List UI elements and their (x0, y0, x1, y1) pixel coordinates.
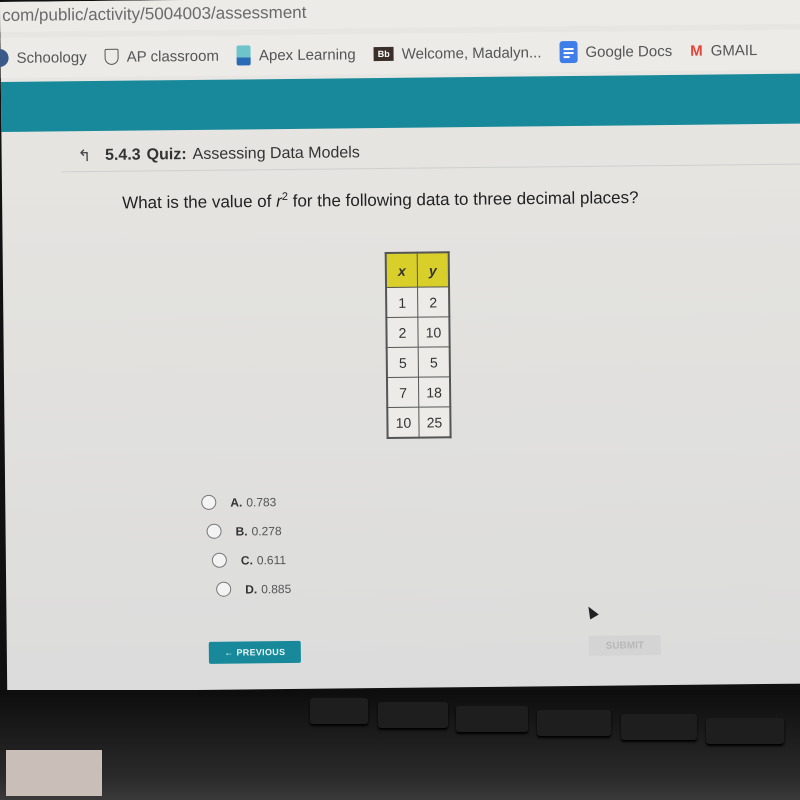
cell-x: 2 (386, 317, 419, 348)
question-prefix: What is the value of (122, 191, 277, 213)
bookmark-gmail[interactable]: M GMAIL (690, 42, 757, 60)
quiz-title: Assessing Data Models (192, 144, 360, 163)
cell-y: 10 (417, 316, 450, 348)
bookmark-label: Schoology (16, 48, 87, 67)
keyboard-key (706, 718, 784, 744)
mouse-cursor-icon (584, 604, 599, 620)
bookmark-label: AP classroom (126, 47, 220, 66)
cell-y: 25 (418, 406, 451, 438)
blackboard-icon: Bb (373, 46, 394, 62)
option-c[interactable]: C. 0.611 (211, 545, 291, 575)
keyboard-key (456, 706, 528, 732)
table-row: 10 25 (387, 406, 451, 438)
option-letter: A. (230, 494, 243, 510)
cell-x: 7 (386, 377, 419, 408)
header-banner (0, 73, 800, 132)
apex-learning-icon (236, 45, 252, 66)
quiz-content: ↰ 5.4.3 Quiz: Assessing Data Models What… (1, 123, 800, 692)
table-header-row: x y (385, 252, 450, 288)
laptop-keyboard (0, 690, 800, 800)
column-header-y: y (417, 252, 450, 288)
option-b[interactable]: B. 0.278 (206, 516, 290, 546)
bookmarks-bar: Schoology AP classroom Apex Learning Bb … (0, 29, 800, 78)
cell-x: 5 (386, 347, 419, 378)
radio-button[interactable] (211, 552, 227, 568)
table-row: 7 18 (386, 376, 451, 408)
bookmark-ap-classroom[interactable]: AP classroom (104, 47, 220, 66)
option-value: 0.278 (251, 523, 282, 538)
laptop-screen: com/public/activity/5004003/assessment S… (0, 0, 800, 692)
data-table: x y 12 2 10 55 7 18 10 25 (384, 251, 452, 439)
question-text: What is the value of r2 for the followin… (122, 187, 639, 213)
option-value: 0.611 (256, 552, 287, 567)
cell-x: 10 (387, 407, 420, 438)
cell-x: 1 (386, 287, 418, 318)
answer-options: A. 0.783 B. 0.278 C. 0.611 D. 0.885 (201, 487, 291, 604)
ap-classroom-icon (104, 48, 119, 65)
keyboard-key (621, 714, 697, 740)
section-number: 5.4.3 (104, 146, 141, 164)
cell-y: 18 (418, 376, 451, 408)
up-arrow-icon[interactable]: ↰ (78, 146, 92, 166)
option-a[interactable]: A. 0.783 (201, 487, 290, 517)
table-row: 55 (386, 346, 450, 378)
bookmark-label: Welcome, Madalyn... (401, 43, 542, 63)
sticker (6, 750, 102, 796)
cell-y: 2 (417, 286, 450, 318)
radio-button[interactable] (201, 494, 217, 510)
submit-button[interactable]: SUBMIT (588, 635, 661, 656)
option-letter: B. (235, 523, 248, 539)
bookmark-label: Apex Learning (258, 45, 356, 64)
breadcrumb: ↰ 5.4.3 Quiz: Assessing Data Models (78, 143, 360, 166)
table-row: 12 (386, 286, 450, 318)
bookmark-label: GMAIL (710, 41, 758, 60)
activity-type: Quiz: (146, 146, 187, 164)
option-value: 0.885 (261, 581, 292, 596)
bookmark-label: Google Docs (585, 42, 673, 61)
bookmark-schoology[interactable]: Schoology (0, 48, 87, 68)
bookmark-blackboard[interactable]: Bb Welcome, Madalyn... (373, 43, 542, 63)
column-header-x: x (385, 252, 418, 288)
url-text[interactable]: com/public/activity/5004003/assessment (2, 3, 306, 26)
keyboard-key (537, 710, 611, 736)
gmail-icon: M (690, 42, 703, 60)
previous-button[interactable]: ← PREVIOUS (208, 640, 301, 664)
google-docs-icon (559, 40, 578, 64)
keyboard-key (378, 702, 448, 728)
option-letter: D. (245, 581, 258, 596)
address-bar[interactable]: com/public/activity/5004003/assessment (0, 0, 800, 32)
option-d[interactable]: D. 0.885 (216, 574, 291, 604)
table-row: 2 10 (386, 316, 450, 348)
question-suffix: for the following data to three decimal … (287, 187, 639, 211)
keyboard-key (310, 698, 368, 724)
option-value: 0.783 (246, 494, 277, 509)
bookmark-google-docs[interactable]: Google Docs (559, 40, 673, 64)
radio-button[interactable] (216, 581, 232, 597)
radio-button[interactable] (206, 523, 222, 539)
cell-y: 5 (418, 346, 450, 378)
schoology-icon (0, 48, 9, 68)
bookmark-apex-learning[interactable]: Apex Learning (236, 44, 356, 66)
option-letter: C. (240, 552, 253, 568)
